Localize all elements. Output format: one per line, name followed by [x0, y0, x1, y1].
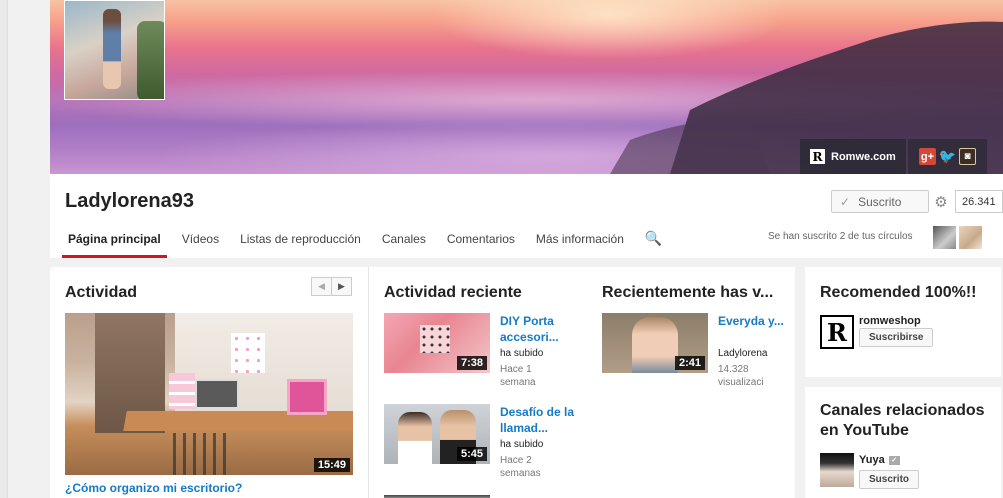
instagram-icon[interactable]: ◙	[959, 148, 976, 165]
romwe-link-label: Romwe.com	[831, 150, 896, 163]
gear-icon[interactable]: ⚙	[929, 190, 953, 213]
channel-tabs: Página principal Vídeos Listas de reprod…	[62, 222, 668, 258]
video-thumbnail[interactable]: 2:41	[602, 313, 708, 373]
yuya-name-text: Yuya	[859, 454, 885, 466]
video-action: ha subido	[500, 348, 544, 359]
video-duration: 2:41	[674, 356, 705, 370]
thumb-person	[632, 317, 678, 373]
subscribed-button[interactable]: ✓ Suscrito	[831, 190, 929, 213]
subscribe-area: ✓ Suscrito ⚙ 26.341	[831, 190, 1003, 213]
watched-video-item: 2:41 Everyda y... Ladylorena 14.328 visu…	[602, 313, 802, 388]
circle-avatar[interactable]	[933, 226, 956, 249]
tab-playlists[interactable]: Listas de reproducción	[234, 222, 367, 258]
social-links: g+ 🐦 ◙	[908, 139, 987, 174]
left-strip	[0, 0, 50, 498]
feature-video-title[interactable]: ¿Cómo organizo mi escritorio?	[65, 481, 242, 495]
related-channels-title: Canales relacionados en YouTube	[820, 402, 985, 439]
thumb-person	[398, 412, 432, 464]
banner-links: R Romwe.com g+ 🐦 ◙	[800, 139, 987, 174]
search-icon[interactable]: 🔍	[639, 222, 668, 247]
channel-banner: R Romwe.com g+ 🐦 ◙	[50, 0, 1003, 174]
circle-avatar[interactable]	[959, 226, 982, 249]
recent-video-item: 5:45 Desafío de la llamad... ha subido H…	[384, 404, 584, 479]
circle-avatars	[933, 226, 982, 249]
avatar-bush	[137, 21, 164, 99]
video-title-link[interactable]: DIY Porta accesori...	[500, 313, 584, 345]
activity-pager: ◀ ▶	[311, 277, 352, 296]
thumb-laptop	[195, 379, 239, 409]
pager-prev-button[interactable]: ◀	[311, 277, 332, 296]
verified-icon: ✓	[888, 455, 900, 465]
tab-channels[interactable]: Canales	[376, 222, 432, 258]
column-divider	[368, 267, 369, 498]
tab-home[interactable]: Página principal	[62, 222, 167, 258]
activity-card: Actividad ◀ ▶ 15:49 ¿Cómo organizo mi es…	[50, 267, 795, 498]
yuya-avatar[interactable]	[820, 453, 854, 487]
tab-videos[interactable]: Vídeos	[176, 222, 225, 258]
video-time: Hace 2 semanas	[500, 455, 541, 479]
romweshop-avatar[interactable]: R	[820, 315, 854, 349]
check-icon: ✓	[840, 194, 851, 209]
video-duration: 7:38	[456, 356, 487, 370]
tab-about[interactable]: Más información	[530, 222, 630, 258]
thumb-decoration	[231, 333, 265, 373]
subscriber-count: 26.341	[955, 190, 1003, 213]
feature-video-thumbnail[interactable]: 15:49	[65, 313, 353, 475]
recommended-card: Recomended 100%!! R romweshop Suscribirs…	[805, 267, 1001, 377]
romwe-icon: R	[810, 149, 825, 164]
video-thumbnail[interactable]: 7:38	[384, 313, 490, 373]
circles-note: Se han suscrito 2 de tus círculos	[768, 231, 913, 242]
related-channels-card: Canales relacionados en YouTube Yuya ✓ Su…	[805, 387, 1001, 498]
romweshop-name[interactable]: romweshop	[859, 315, 921, 327]
activity-title: Actividad	[65, 284, 138, 301]
video-title-link[interactable]: Desafío de la llamad...	[500, 404, 584, 436]
channel-name[interactable]: Ladylorena93	[65, 190, 194, 213]
google-plus-icon[interactable]: g+	[919, 148, 936, 165]
video-time: Hace 1 semana	[500, 364, 536, 388]
channel-header: R Romwe.com g+ 🐦 ◙ Ladylorena93 ✓ Suscri…	[50, 0, 1003, 258]
pager-next-button[interactable]: ▶	[331, 277, 352, 296]
avatar-figure	[103, 9, 121, 89]
video-author[interactable]: Ladylorena	[718, 348, 788, 359]
romwe-link[interactable]: R Romwe.com	[800, 139, 906, 174]
recent-activity-title: Actividad reciente	[384, 284, 522, 301]
video-action: ha subido	[500, 439, 544, 450]
video-duration: 15:49	[313, 458, 350, 472]
recently-watched-title: Recientemente has v...	[602, 284, 774, 301]
yuya-name[interactable]: Yuya ✓	[859, 454, 900, 466]
video-title-link[interactable]: Everyda y...	[718, 313, 788, 329]
subscribe-button[interactable]: Suscribirse	[859, 328, 934, 347]
left-strip-border	[0, 0, 8, 498]
video-views: 14.328 visualizaci	[718, 364, 764, 388]
subscribed-button[interactable]: Suscrito	[859, 470, 920, 489]
twitter-icon[interactable]: 🐦	[939, 148, 956, 165]
video-duration: 5:45	[456, 447, 487, 461]
thumb-drawers	[169, 373, 195, 409]
thumb-object	[420, 325, 450, 353]
channel-avatar[interactable]	[64, 0, 165, 100]
recommended-title: Recomended 100%!!	[820, 284, 977, 301]
thumb-chair	[173, 433, 233, 475]
video-thumbnail[interactable]: 5:45	[384, 404, 490, 464]
recent-video-item: 7:38 DIY Porta accesori... ha subido Hac…	[384, 313, 584, 388]
thumb-frame	[287, 379, 327, 415]
tab-comments[interactable]: Comentarios	[441, 222, 521, 258]
subscribed-label: Suscrito	[858, 194, 902, 209]
